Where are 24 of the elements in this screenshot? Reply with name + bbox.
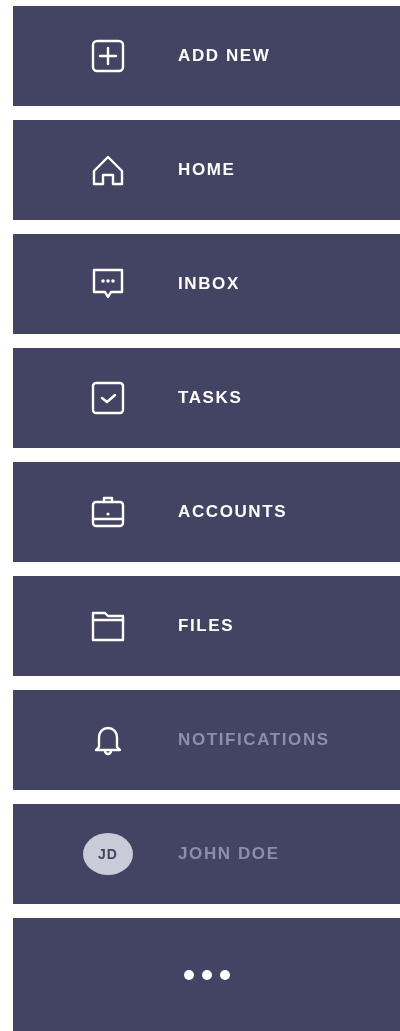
folder-icon bbox=[91, 609, 125, 643]
menu-label: ADD NEW bbox=[178, 46, 271, 66]
menu-label: NOTIFICATIONS bbox=[178, 730, 330, 750]
briefcase-icon bbox=[91, 495, 125, 529]
menu-item[interactable]: FILES bbox=[13, 576, 400, 676]
menu-item[interactable]: INBOX bbox=[13, 234, 400, 334]
menu-label: HOME bbox=[178, 160, 236, 180]
chat-icon bbox=[91, 267, 125, 301]
menu-label: ACCOUNTS bbox=[178, 502, 288, 522]
checkbox-icon bbox=[91, 381, 125, 415]
menu-item[interactable]: ADD NEW bbox=[13, 6, 400, 106]
menu-label: FILES bbox=[178, 616, 235, 636]
user-name: JOHN DOE bbox=[178, 844, 280, 864]
menu-item[interactable]: ACCOUNTS bbox=[13, 462, 400, 562]
more-button[interactable] bbox=[13, 918, 400, 1031]
menu-label: TASKS bbox=[178, 388, 243, 408]
more-icon bbox=[181, 968, 232, 981]
avatar: JD bbox=[83, 833, 133, 875]
menu-label: INBOX bbox=[178, 274, 240, 294]
menu-item[interactable]: HOME bbox=[13, 120, 400, 220]
menu-item[interactable]: TASKS bbox=[13, 348, 400, 448]
profile-item[interactable]: JD JOHN DOE bbox=[13, 804, 400, 904]
add-icon bbox=[91, 39, 125, 73]
home-icon bbox=[91, 153, 125, 187]
